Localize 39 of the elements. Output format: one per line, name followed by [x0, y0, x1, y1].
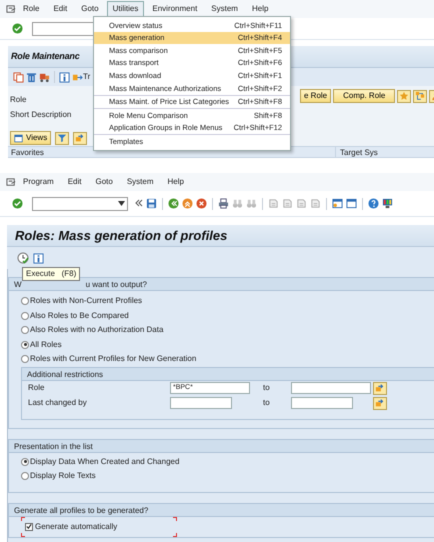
group-title: u want to output?: [86, 279, 147, 289]
role-button[interactable]: Comp. Role: [333, 89, 396, 103]
field-label: Role: [10, 94, 26, 106]
field-label: Role: [28, 382, 46, 394]
menu-item[interactable]: Edit: [62, 174, 88, 190]
menu-item[interactable]: Environment: [146, 1, 204, 17]
group-title: Presentation in the list: [9, 440, 434, 452]
tooltip: Execute (F8): [22, 267, 80, 281]
menu-item[interactable]: Help: [246, 1, 274, 17]
group-title: Generate all profiles to be generated?: [9, 504, 434, 516]
group-title: Additional restrictions: [22, 368, 434, 380]
menu-item[interactable]: Edit: [47, 1, 74, 17]
option-label: Also Roles with no Authorization Data: [30, 324, 164, 336]
field-label: to: [263, 397, 271, 409]
option-label: Roles with Non-Current Profiles: [30, 295, 142, 308]
option-label: Display Data When Created and Changed: [30, 456, 180, 468]
menu-item[interactable]: Utilities: [106, 1, 144, 17]
option-label: Roles with Current Profiles for New Generation: [30, 353, 196, 366]
field-label: Short Description: [10, 108, 72, 120]
menu-item[interactable]: Goto: [75, 1, 105, 17]
menu-item[interactable]: Help: [162, 174, 190, 190]
menu-item[interactable]: Goto: [89, 174, 119, 190]
checkbox-label: Generate automatically: [35, 520, 118, 532]
screen-title: Roles: Mass generation of profiles: [15, 226, 228, 245]
menu-item[interactable]: Role: [17, 1, 46, 17]
toolbar-label[interactable]: Tr: [83, 71, 90, 83]
group-title: W: [14, 279, 22, 289]
role-button[interactable]: e Role: [300, 89, 332, 103]
menu-item[interactable]: Program: [17, 174, 60, 190]
field-label: Last changed by: [28, 397, 88, 409]
option-label: All Roles: [30, 338, 62, 351]
menu-item[interactable]: System: [205, 1, 244, 17]
option-label: Display Role Texts: [30, 470, 96, 482]
menu-item[interactable]: System: [120, 174, 160, 190]
option-label: Also Roles to Be Compared: [30, 310, 129, 322]
field-label: to: [263, 382, 271, 394]
column-header: Target Sys: [339, 147, 378, 157]
views-button[interactable]: Views: [10, 131, 52, 145]
screen-title: Role Maintenanc: [11, 50, 80, 63]
